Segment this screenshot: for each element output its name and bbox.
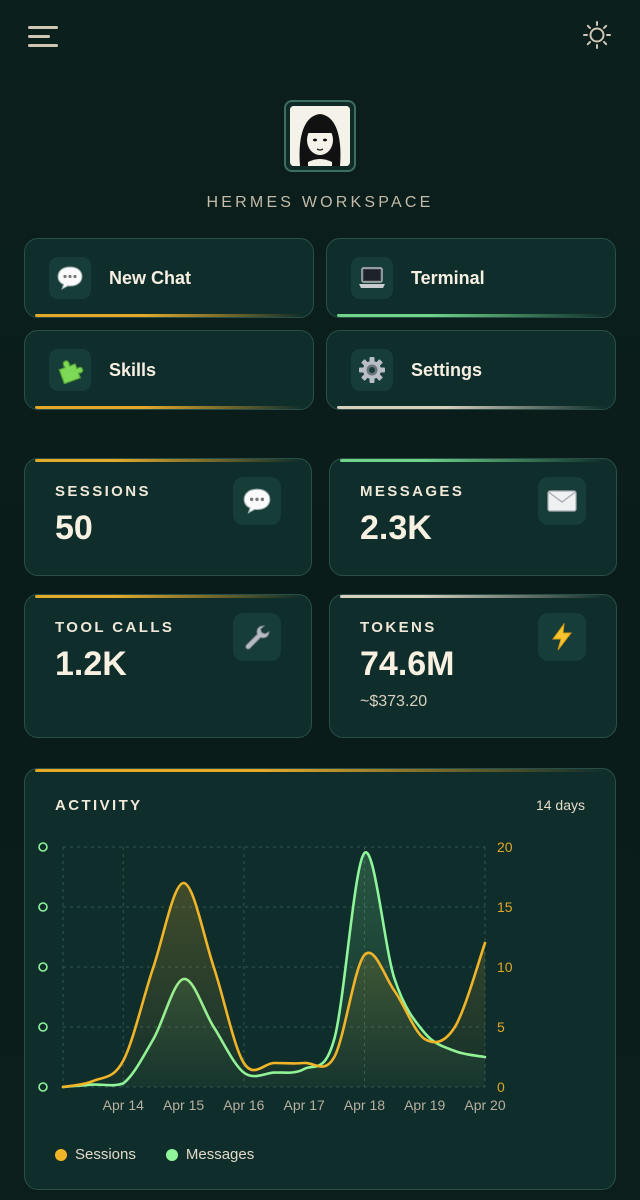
laptop-icon bbox=[351, 257, 393, 299]
stat-title: MESSAGES bbox=[360, 483, 465, 500]
legend-dot bbox=[55, 1148, 67, 1161]
left-axis-tick bbox=[38, 962, 48, 972]
avatar-portrait bbox=[290, 106, 350, 166]
skills-label: Skills bbox=[109, 360, 157, 380]
envelope-icon bbox=[538, 477, 586, 525]
x-tick-label: Apr 14 bbox=[103, 1097, 144, 1113]
accent-bar bbox=[35, 406, 303, 409]
stat-cost: ~$373.20 bbox=[360, 693, 428, 710]
workspace-avatar bbox=[284, 100, 356, 172]
new-chat-button[interactable]: New Chat bbox=[24, 238, 314, 318]
y-tick-label: 5 bbox=[497, 1019, 505, 1035]
terminal-button[interactable]: Terminal bbox=[326, 238, 616, 318]
speech-bubble-icon bbox=[49, 257, 91, 299]
accent-bar bbox=[337, 314, 605, 317]
x-tick-label: Apr 20 bbox=[464, 1097, 505, 1113]
accent-bar bbox=[337, 406, 605, 409]
stat-value: 50 bbox=[55, 509, 93, 547]
legend-dot bbox=[165, 1148, 178, 1161]
x-tick-label: Apr 18 bbox=[344, 1097, 385, 1113]
settings-button[interactable]: Settings bbox=[326, 330, 616, 410]
stat-value: 2.3K bbox=[360, 509, 432, 547]
accent-bar bbox=[35, 459, 301, 462]
stat-value: 74.6M bbox=[360, 645, 455, 683]
left-axis-tick bbox=[38, 1082, 48, 1092]
wrench-icon bbox=[233, 613, 281, 661]
legend-item-messages[interactable]: Messages bbox=[165, 1146, 255, 1163]
y-tick-label: 0 bbox=[497, 1079, 505, 1095]
tool-calls-stat-card: TOOL CALLS 1.2K bbox=[24, 594, 312, 738]
x-tick-label: Apr 19 bbox=[404, 1097, 445, 1113]
workspace-title: HERMES WORKSPACE bbox=[206, 194, 434, 211]
y-tick-label: 15 bbox=[497, 899, 513, 915]
left-axis-tick bbox=[38, 1022, 48, 1032]
sessions-stat-card: SESSIONS 50 bbox=[24, 458, 312, 576]
chart-legend: Sessions Messages bbox=[55, 1146, 254, 1163]
left-axis-tick bbox=[38, 902, 48, 912]
y-tick-label: 20 bbox=[497, 839, 513, 855]
activity-chart: 0 5 10 15 20 Apr 14 Apr 15 Apr 16 Apr 17 Apr 18 Ap… bbox=[38, 839, 513, 1113]
accent-bar bbox=[35, 314, 303, 317]
legend-item-sessions[interactable]: Sessions bbox=[55, 1146, 136, 1163]
puzzle-icon bbox=[49, 349, 91, 391]
legend-label: Messages bbox=[185, 1146, 255, 1163]
gear-icon bbox=[351, 349, 393, 391]
lightning-icon bbox=[538, 613, 586, 661]
y-tick-label: 10 bbox=[497, 959, 513, 975]
hamburger-menu-icon[interactable] bbox=[28, 22, 62, 50]
tokens-stat-card: TOKENS 74.6M ~$373.20 bbox=[329, 594, 617, 738]
stat-title: SESSIONS bbox=[55, 483, 151, 500]
speech-bubble-icon bbox=[233, 477, 281, 525]
messages-stat-card: MESSAGES 2.3K bbox=[329, 458, 617, 576]
accent-bar bbox=[340, 595, 606, 598]
left-axis-tick bbox=[38, 842, 48, 852]
sun-icon[interactable] bbox=[582, 20, 612, 50]
x-tick-label: Apr 16 bbox=[223, 1097, 264, 1113]
x-tick-label: Apr 17 bbox=[284, 1097, 325, 1113]
accent-bar bbox=[35, 595, 301, 598]
stat-value: 1.2K bbox=[55, 645, 127, 683]
accent-bar bbox=[340, 459, 606, 462]
legend-label: Sessions bbox=[75, 1146, 136, 1163]
settings-label: Settings bbox=[411, 360, 483, 380]
stat-title: TOOL CALLS bbox=[55, 619, 175, 636]
top-bar bbox=[28, 20, 612, 52]
new-chat-label: New Chat bbox=[109, 268, 192, 288]
skills-button[interactable]: Skills bbox=[24, 330, 314, 410]
terminal-label: Terminal bbox=[411, 268, 485, 288]
activity-card: ACTIVITY 14 days 0 5 10 15 20 Apr 14 Apr 15 Apr… bbox=[24, 768, 616, 1190]
x-tick-label: Apr 15 bbox=[163, 1097, 204, 1113]
stat-title: TOKENS bbox=[360, 619, 437, 636]
